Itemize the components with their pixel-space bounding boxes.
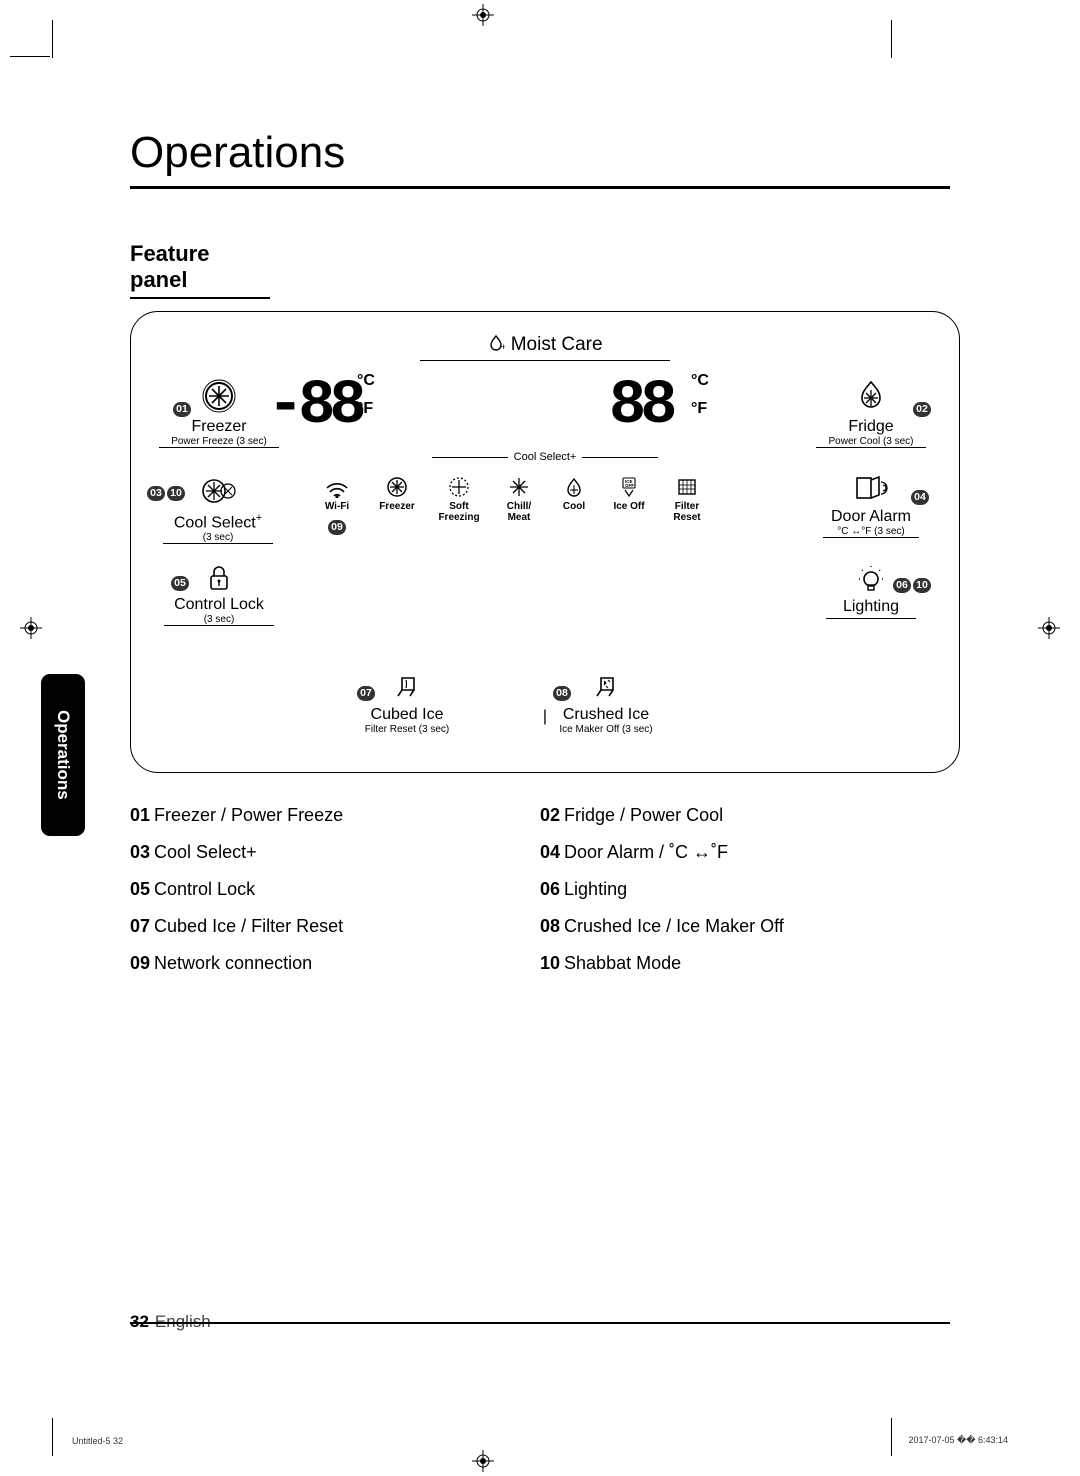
moist-care-text: Moist Care [511,334,603,355]
filter-reset-icon [675,476,699,498]
svg-text:+: + [501,342,505,352]
moist-care-icon: + [487,334,505,352]
freezer-mode-label: Freezer [375,501,419,512]
moist-care-label: + Moist Care [420,334,670,361]
lightbulb-icon [855,564,887,594]
freezer-label: Freezer [159,418,279,436]
legend-list: 01Freezer / Power Freeze 02Fridge / Powe… [130,797,950,981]
unit-c: °C [357,372,375,390]
badge-07: 07 [357,686,375,701]
feature-panel-diagram: + Moist Care 01 Freezer Power Freeze (3 … [130,311,960,773]
side-tab-operations: Operations [41,674,85,836]
crop-mark [10,56,50,57]
cubed-ice-icon [392,674,422,702]
footer-rule [130,1322,950,1324]
badge-10: 10 [913,578,931,593]
freezer-sub: Power Freeze (3 sec) [159,436,279,448]
badge-02: 02 [913,402,931,417]
badge-09: 09 [328,520,346,535]
control-lock-label: Control Lock [159,596,279,614]
cubed-ice-sub: Filter Reset (3 sec) [347,724,467,735]
timestamp: 2017-07-05 �� 6:43:14 [908,1435,1008,1446]
crop-mark [52,20,53,58]
cool-select-line: Cool Select+ [131,451,959,463]
door-alarm-icon [853,474,889,504]
badge-04: 04 [911,490,929,505]
fridge-label: Fridge [811,418,931,436]
crop-mark [891,1418,892,1456]
page-title: Operations [130,128,950,189]
crushed-ice-icon [591,674,621,702]
registration-mark-icon [1038,617,1060,639]
registration-mark-icon [472,4,494,26]
svg-text:OFF: OFF [625,483,634,488]
badge-10: 10 [167,486,185,501]
badge-08: 08 [553,686,571,701]
freezer-temp-display: -88 [267,370,361,441]
ice-off-icon: ICEOFF [617,476,641,498]
fridge-sub: Power Cool (3 sec) [816,436,926,448]
door-alarm-sub: °C ↔°F (3 sec) [823,526,919,538]
cubed-ice-label: Cubed Ice [347,706,467,724]
cool-select-icon [200,474,236,508]
ice-off-label: Ice Off [609,501,649,512]
snowflake-circle-icon [201,378,237,414]
cool-mode-label: Cool [557,501,591,512]
registration-mark-icon [472,1450,494,1472]
chill-meat-label: Chill/ [499,501,539,512]
door-alarm-label: Door Alarm [811,508,931,526]
soft-freezing-label: Soft [437,501,481,512]
control-lock-sub: (3 sec) [164,614,274,626]
unit-f: °F [357,400,375,418]
filter-reset-label: Filter [667,501,707,512]
crushed-ice-sub: Ice Maker Off (3 sec) [541,724,671,735]
wifi-icon [324,476,350,498]
crushed-ice-label: Crushed Ice [541,706,671,724]
soft-freezing-icon [447,476,471,498]
freezer-mode-icon [385,476,409,498]
snowflake-drop-icon [853,378,889,414]
lock-icon [205,564,233,592]
crop-mark [891,20,892,58]
unit-f: °F [691,400,709,418]
crop-mark [52,1418,53,1456]
cool-select-sub: (3 sec) [163,532,273,544]
cool-select-label: Cool Select+ [153,512,283,532]
chill-meat-icon [507,476,531,498]
unit-c: °C [691,372,709,390]
registration-mark-icon [20,617,42,639]
doc-id: Untitled-5 32 [72,1436,123,1446]
lighting-label: Lighting [811,598,931,616]
cool-mode-icon [563,476,585,498]
badge-03: 03 [147,486,165,501]
fridge-temp-display: 88 [609,370,671,441]
section-subtitle: Feature panel [130,241,270,299]
badge-06: 06 [893,578,911,593]
wifi-label: Wi-Fi [317,501,357,512]
badge-01: 01 [173,402,191,417]
badge-05: 05 [171,576,189,591]
